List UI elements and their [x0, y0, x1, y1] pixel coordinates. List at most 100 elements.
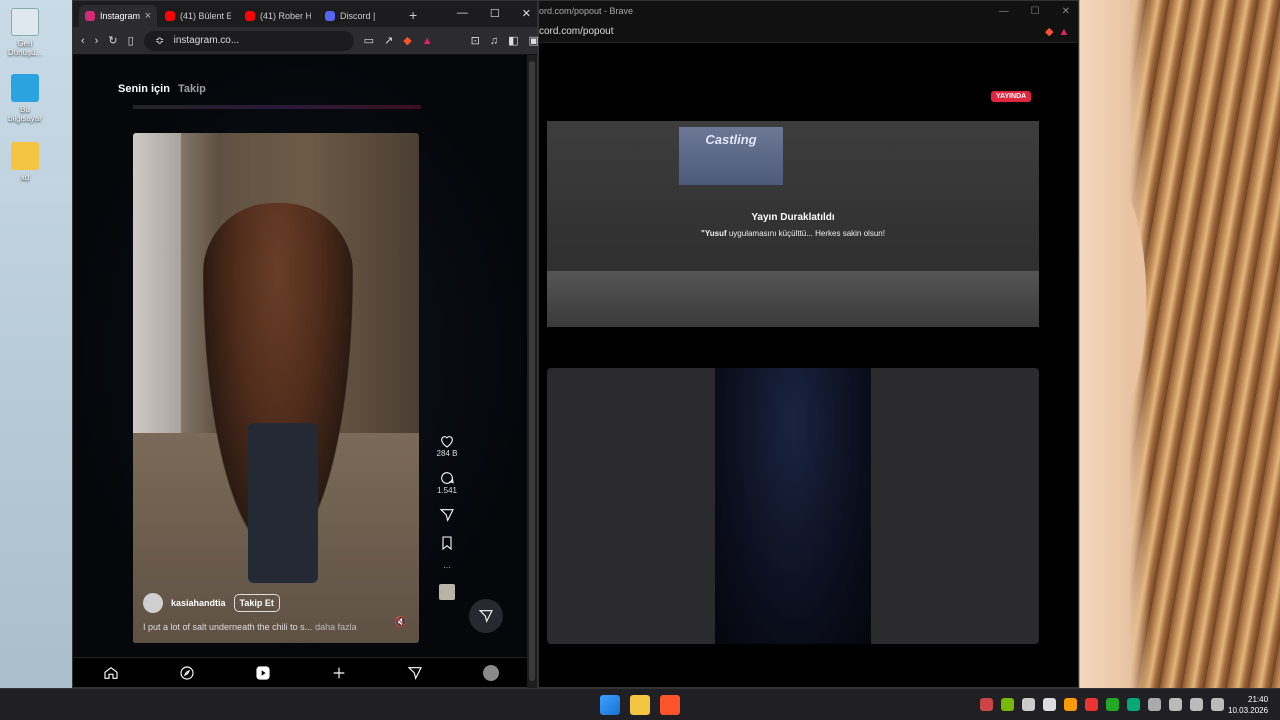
nvidia-icon[interactable]: [1001, 698, 1014, 711]
popout-address-bar: cord.com/popout ◆ ▲: [539, 21, 1078, 43]
discord-popout-window: ord.com/popout - Brave — ☐ ✕ cord.com/po…: [538, 0, 1079, 688]
audio-thumbnail[interactable]: [435, 584, 459, 600]
follow-button[interactable]: Takip Et: [233, 594, 280, 612]
like-button[interactable]: 284 B: [435, 433, 459, 458]
save-button[interactable]: [435, 535, 459, 551]
maximize-icon[interactable]: ☐: [1031, 6, 1040, 17]
tray-app-icon[interactable]: [1022, 698, 1035, 711]
window-controls: — ☐ ✕: [999, 6, 1070, 17]
brave-rewards-icon[interactable]: ▲: [422, 35, 433, 47]
network-icon[interactable]: [1169, 698, 1182, 711]
share-button[interactable]: [435, 507, 459, 523]
screen-share-stream[interactable]: Castling Yayın Duraklatıldı "Yusuf uygul…: [547, 121, 1039, 327]
more-icon: ···: [443, 563, 451, 572]
mute-icon[interactable]: 🔇: [395, 617, 407, 628]
home-icon[interactable]: [103, 665, 119, 681]
folder-icon[interactable]: xd: [4, 142, 46, 182]
forward-icon[interactable]: ›: [95, 35, 99, 47]
stream-paused-title: Yayın Duraklatıldı: [751, 212, 835, 223]
tray-app-icon[interactable]: [1127, 698, 1140, 711]
window-controls: — ☐ ✕: [457, 7, 531, 20]
volume-icon[interactable]: [1190, 698, 1203, 711]
share-icon[interactable]: ↗: [384, 35, 393, 47]
taskbar: 21:40 10.03.2026: [0, 688, 1280, 720]
address-bar[interactable]: ≎ instagram.co...: [143, 30, 354, 51]
start-icon[interactable]: [600, 695, 620, 715]
tray-app-icon[interactable]: [1106, 698, 1119, 711]
tab-following[interactable]: Takip: [178, 83, 206, 95]
recycle-bin-icon[interactable]: Geri Dönüşü...: [4, 8, 46, 57]
audio-thumb-icon: [439, 584, 455, 600]
tab-label: Instagram: [100, 11, 140, 21]
folder-label: xd: [20, 173, 30, 182]
microphone-icon[interactable]: [1148, 698, 1161, 711]
paused-text: uygulamasını küçülttü... Herkes sakin ol…: [728, 229, 885, 238]
paper-plane-icon: [478, 610, 493, 623]
camera-tile[interactable]: [547, 368, 1039, 644]
scrollbar[interactable]: [527, 55, 537, 689]
reel-author: kasiahandtia Takip Et: [143, 593, 413, 613]
direct-icon[interactable]: [407, 665, 423, 681]
tab-for-you[interactable]: Senin için: [118, 83, 170, 95]
this-pc-icon[interactable]: Bu bilgisayar: [4, 74, 46, 123]
maximize-icon[interactable]: ☐: [490, 7, 500, 20]
sidebar-icon[interactable]: ◧: [508, 35, 518, 47]
brave-shield-icon[interactable]: ◆: [1043, 26, 1055, 38]
more-link[interactable]: daha fazla: [315, 622, 357, 632]
more-options-button[interactable]: ···: [435, 563, 459, 572]
tab-youtube-2[interactable]: (41) Rober H: [239, 5, 317, 27]
reload-icon[interactable]: ↻: [108, 35, 117, 47]
tab-youtube-1[interactable]: (41) Bülent E: [159, 5, 237, 27]
username[interactable]: kasiahandtia: [171, 598, 226, 608]
messages-button[interactable]: [469, 599, 503, 633]
tab-label: Discord |: [340, 11, 376, 21]
send-icon: [439, 509, 454, 522]
minimize-icon[interactable]: —: [457, 7, 468, 20]
screenshot-icon[interactable]: ⊡: [471, 35, 480, 47]
reels-icon[interactable]: [255, 665, 271, 681]
brave-browser-icon[interactable]: [660, 695, 680, 715]
close-icon[interactable]: ✕: [1062, 6, 1070, 17]
comment-icon: [441, 472, 454, 484]
reel-video[interactable]: kasiahandtia Takip Et I put a lot of sal…: [133, 133, 419, 643]
tab-instagram[interactable]: Instagram ×: [79, 5, 157, 27]
new-tab-button[interactable]: +: [409, 7, 417, 23]
battery-icon[interactable]: [1211, 698, 1224, 711]
brave-shield-icon[interactable]: ◆: [403, 35, 411, 47]
site-info-icon[interactable]: ≎: [154, 35, 166, 47]
game-sign: Castling: [679, 127, 783, 185]
like-count: 284 B: [436, 449, 458, 458]
comment-count: 1.541: [436, 486, 458, 495]
close-tab-icon[interactable]: ×: [145, 10, 151, 22]
reel-caption: I put a lot of salt underneath the chili…: [143, 622, 413, 632]
tab-discord[interactable]: Discord |: [319, 5, 397, 27]
comment-button[interactable]: 1.541: [435, 470, 459, 495]
minimize-icon[interactable]: —: [999, 6, 1009, 17]
wallpaper-photo: [1079, 0, 1280, 688]
avatar[interactable]: [143, 593, 163, 613]
this-pc-label: Bu bilgisayar: [8, 105, 42, 123]
settings-icon[interactable]: [1043, 698, 1056, 711]
back-icon[interactable]: ‹: [81, 35, 85, 47]
live-badge: YAYINDA: [991, 91, 1032, 102]
brave-rewards-icon[interactable]: ▲: [1058, 26, 1070, 38]
clock[interactable]: 21:40 10.03.2026: [1228, 694, 1268, 716]
tray-app-icon[interactable]: [980, 698, 993, 711]
cast-icon[interactable]: ▭: [364, 35, 374, 47]
youtube-favicon-icon: [245, 11, 255, 21]
profile-avatar[interactable]: [483, 664, 499, 681]
file-explorer-icon[interactable]: [630, 695, 650, 715]
create-icon[interactable]: [331, 665, 347, 681]
clock-time: 21:40: [1248, 695, 1269, 704]
explore-icon[interactable]: [179, 665, 195, 681]
media-icon[interactable]: ♫: [490, 35, 498, 47]
reel-info: kasiahandtia Takip Et I put a lot of sal…: [143, 593, 413, 632]
tray-app-icon[interactable]: [1085, 698, 1098, 711]
tab-label: (41) Rober H: [260, 11, 311, 21]
url-text: instagram.co...: [173, 35, 240, 46]
camera-video: [715, 368, 871, 644]
close-icon[interactable]: ✕: [522, 7, 531, 20]
tray-app-icon[interactable]: [1064, 698, 1077, 711]
bookmark-icon[interactable]: ▯: [128, 35, 134, 47]
caption-text: I put a lot of salt underneath the chili…: [143, 622, 313, 632]
